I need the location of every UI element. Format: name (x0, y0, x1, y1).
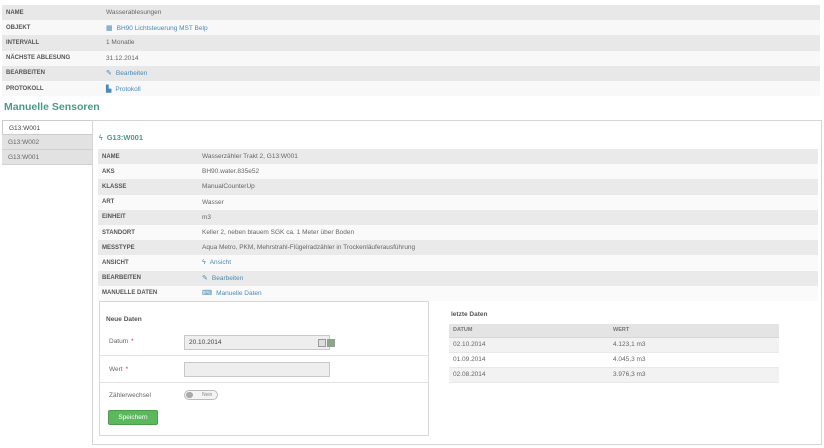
required-mark: * (131, 338, 134, 345)
sensor-value: ManualCounterUp (198, 179, 818, 195)
wert-input[interactable] (184, 362, 330, 377)
tab-g13-w001[interactable]: G13:W001 (2, 120, 92, 135)
ansicht-link[interactable]: Ansicht (210, 259, 231, 266)
sensor-info-table: NAME Wasserzähler Trakt 2, G13:W001 AKS BH… (98, 149, 818, 301)
wert-row: Wert * (100, 356, 428, 383)
info-label: BEARBEITEN (2, 65, 102, 81)
sensor-label: EINHEIT (98, 209, 198, 225)
chart-icon: ▙ (106, 85, 112, 93)
info-value: 1 Monatle (102, 35, 820, 51)
bearbeiten-link[interactable]: Bearbeiten (116, 70, 147, 77)
manuelle-daten-link[interactable]: Manuelle Daten (216, 290, 262, 297)
info-row-bearbeiten: BEARBEITEN ✎ Bearbeiten (2, 65, 820, 81)
tab-g13-w002[interactable]: G13:W002 (2, 135, 92, 150)
info-value: 31.12.2014 (102, 50, 820, 66)
cell-wert: 3.976,3 m3 (609, 367, 779, 383)
sensor-row: AKS BH90.water.835e52 (98, 164, 818, 180)
column-header-datum: DATUM (449, 324, 609, 338)
sensor-label: NAME (98, 149, 198, 165)
last-data-table: DATUM WERT 02.10.2014 4.123,1 m3 01.09.2… (449, 324, 779, 383)
column-header-wert: WERT (609, 324, 779, 338)
sensor-label: BEARBEITEN (98, 270, 198, 286)
sensor-label: AKS (98, 164, 198, 180)
sensor-value: Keller 2, neben blauem SGK ca. 1 Meter ü… (198, 224, 818, 241)
info-label: PROTOKOLL (2, 80, 102, 97)
sensor-row: BEARBEITEN ✎ Bearbeiten (98, 270, 818, 286)
wert-label: Wert (109, 366, 123, 373)
table-row: 01.09.2014 4.045,3 m3 (449, 352, 779, 368)
sensor-title: ϟ G13:W001 (99, 133, 143, 142)
save-button[interactable]: Speichern (108, 410, 158, 425)
info-row-naechste-ablesung: NÄCHSTE ABLESUNG 31.12.2014 (2, 50, 820, 66)
info-label: OBJEKT (2, 20, 102, 36)
sensor-row: NAME Wasserzähler Trakt 2, G13:W001 (98, 149, 818, 165)
bolt-icon: ϟ (202, 259, 206, 267)
last-data-title: letzte Daten (451, 311, 488, 318)
zaehlerwechsel-label: Zählerwechsel (109, 392, 151, 399)
cell-datum: 02.10.2014 (449, 337, 609, 353)
zaehlerwechsel-row: Zählerwechsel Nein (100, 383, 428, 408)
info-label: NÄCHSTE ABLESUNG (2, 50, 102, 66)
info-row-name: NAME Wasserablesungen (2, 5, 820, 21)
calendar-icon[interactable] (327, 339, 335, 347)
sensor-row: EINHEIT m3 (98, 209, 818, 225)
sensor-tabs: G13:W001 G13:W002 G13:W001 (2, 120, 92, 165)
cell-wert: 4.123,1 m3 (609, 337, 779, 353)
protokoll-link[interactable]: Protokoll (115, 86, 140, 93)
object-info-table: NAME Wasserablesungen OBJEKT ▦ BH90 Licht… (2, 5, 820, 97)
info-value: Wasserablesungen (102, 5, 820, 21)
toggle-text: Nein (202, 392, 213, 398)
info-row-intervall: INTERVALL 1 Monatle (2, 35, 820, 51)
sensor-value: Aqua Metro, PKM, Mehrstrahl-Flügelradzäh… (198, 240, 818, 256)
new-data-form: Neue Daten Datum * 20.10.2014 Wert * Zähle… (99, 301, 429, 436)
cell-datum: 01.09.2014 (449, 352, 609, 368)
cell-wert: 4.045,3 m3 (609, 352, 779, 368)
sensor-bearbeiten-link[interactable]: Bearbeiten (212, 275, 243, 282)
keyboard-icon: ⌨ (202, 290, 213, 298)
edit-icon: ✎ (202, 275, 208, 283)
cell-datum: 02.08.2014 (449, 367, 609, 383)
sensor-value: Wasser (198, 194, 818, 210)
objekt-link[interactable]: BH90 Lichtsteuerung MST Belp (117, 25, 208, 32)
sensor-panel: ϟ G13:W001 NAME Wasserzähler Trakt 2, G13:… (92, 120, 822, 445)
info-label: INTERVALL (2, 35, 102, 51)
bolt-icon: ϟ (99, 135, 103, 142)
toggle-knob (186, 392, 193, 398)
sensor-label: MESSTYPE (98, 240, 198, 256)
datum-label: Datum (109, 338, 129, 345)
edit-icon: ✎ (106, 70, 112, 78)
sensor-row: MANUELLE DATEN ⌨ Manuelle Daten (98, 285, 818, 301)
tab-g13-w001-2[interactable]: G13:W001 (2, 150, 92, 165)
sensor-label: KLASSE (98, 179, 198, 195)
sensor-row: ANSICHT ϟ Ansicht (98, 255, 818, 271)
table-row: 02.08.2014 3.976,3 m3 (449, 367, 779, 383)
required-mark: * (125, 366, 129, 373)
info-row-objekt: OBJEKT ▦ BH90 Lichtsteuerung MST Belp (2, 20, 820, 36)
sensor-row: KLASSE ManualCounterUp (98, 179, 818, 195)
sensor-row: MESSTYPE Aqua Metro, PKM, Mehrstrahl-Flüg… (98, 240, 818, 256)
form-title: Neue Daten (106, 316, 142, 323)
sensor-row: ART Wasser (98, 194, 818, 210)
sensor-label: ANSICHT (98, 255, 198, 271)
zaehlerwechsel-toggle[interactable]: Nein (184, 390, 218, 400)
datum-input[interactable]: 20.10.2014 (184, 335, 330, 350)
sensor-value: m3 (198, 209, 818, 225)
sensor-title-text: G13:W001 (106, 133, 143, 142)
sensor-label: MANUELLE DATEN (98, 285, 198, 301)
building-icon: ▦ (106, 24, 113, 32)
sensor-label: STANDORT (98, 224, 198, 241)
sensor-value: Wasserzähler Trakt 2, G13:W001 (198, 149, 818, 165)
sensor-label: ART (98, 194, 198, 210)
table-header: DATUM WERT (449, 324, 779, 338)
calendar-clear-icon[interactable] (318, 339, 326, 347)
info-row-protokoll: PROTOKOLL ▙ Protokoll (2, 80, 820, 97)
info-label: NAME (2, 5, 102, 21)
sensor-value: BH90.water.835e52 (198, 164, 818, 180)
sensor-row: STANDORT Keller 2, neben blauem SGK ca. 1… (98, 224, 818, 241)
section-title: Manuelle Sensoren (4, 101, 100, 113)
table-row: 02.10.2014 4.123,1 m3 (449, 337, 779, 353)
datum-row: Datum * 20.10.2014 (100, 329, 428, 356)
